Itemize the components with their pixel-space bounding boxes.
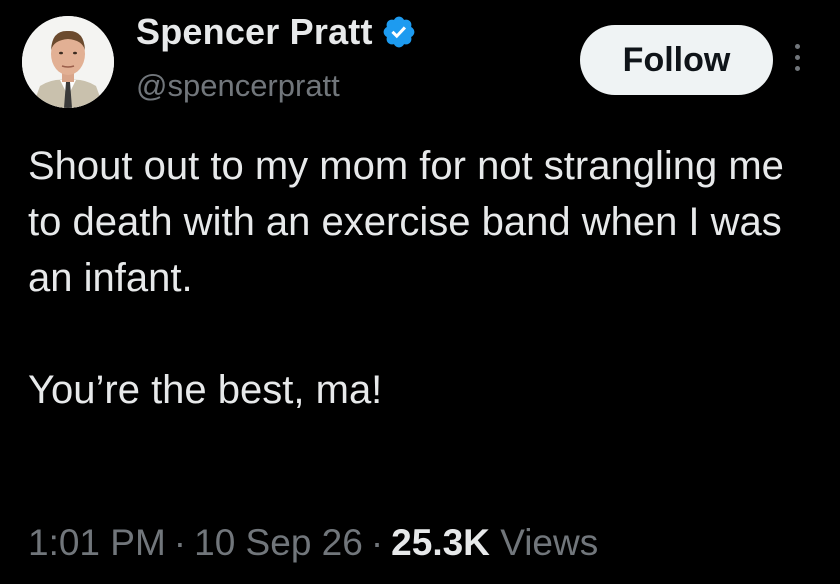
tweet-card: Spencer Pratt @spencerpratt Follow Shout…: [0, 0, 840, 584]
separator-dot: ·: [370, 522, 384, 563]
tweet-text: Shout out to my mom for not strangling m…: [28, 138, 808, 418]
tweet-text-paragraph-2: You’re the best, ma!: [28, 368, 383, 412]
author-handle[interactable]: @spencerpratt: [136, 68, 340, 104]
more-options-icon[interactable]: [790, 44, 804, 76]
tweet-meta: 1:01 PM · 10 Sep 26 · 25.3K Views: [28, 522, 598, 564]
views-count[interactable]: 25.3K: [391, 522, 490, 563]
user-avatar-icon[interactable]: [22, 16, 114, 108]
tweet-text-paragraph-1: Shout out to my mom for not strangling m…: [28, 144, 784, 300]
tweet-date[interactable]: 10 Sep 26: [194, 522, 363, 563]
tweet-time[interactable]: 1:01 PM: [28, 522, 166, 563]
follow-button[interactable]: Follow: [580, 25, 773, 95]
author-name-row: Spencer Pratt: [136, 6, 417, 58]
verified-badge-icon[interactable]: [381, 14, 417, 50]
separator-dot: ·: [173, 522, 187, 563]
views-label: Views: [500, 522, 599, 563]
author-display-name[interactable]: Spencer Pratt: [136, 11, 373, 53]
